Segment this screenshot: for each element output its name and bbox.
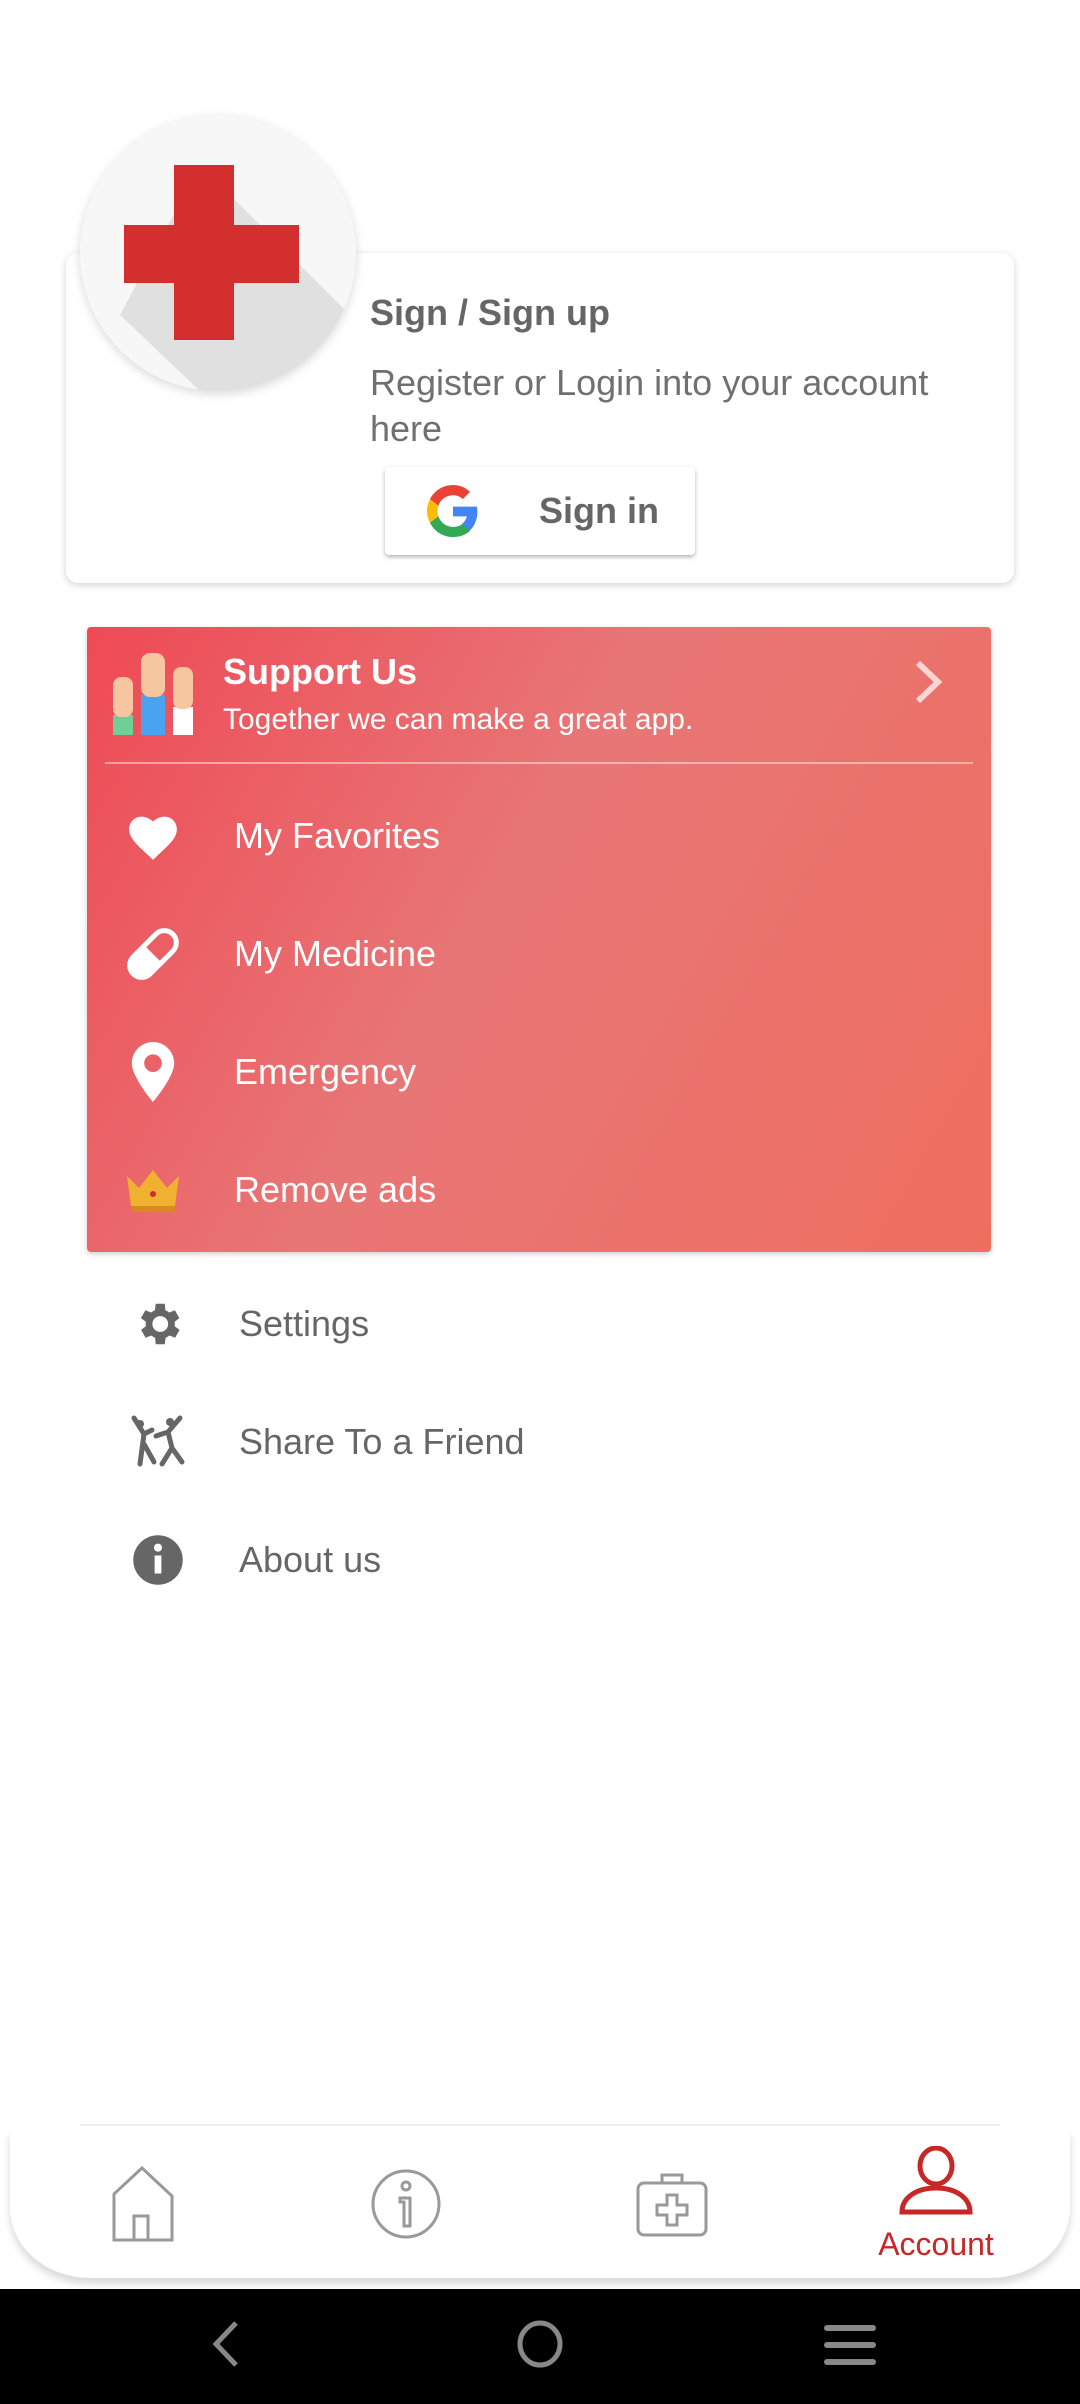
nav-account[interactable]: Account — [836, 2130, 1036, 2278]
nav-first-aid[interactable] — [572, 2130, 772, 2278]
google-sign-in-button[interactable]: Sign in — [385, 467, 695, 555]
google-icon — [427, 485, 478, 537]
sign-in-label: Sign in — [539, 490, 659, 531]
feature-panel: Support Us Together we can make a great … — [87, 627, 991, 1252]
support-subtitle: Together we can make a great app. — [223, 703, 694, 736]
sign-description: Register or Login into your account here — [370, 362, 929, 449]
nav-info[interactable] — [306, 2130, 506, 2278]
panel-item-emergency[interactable]: Emergency — [87, 1013, 991, 1131]
sign-title: Sign / Sign up — [370, 292, 610, 333]
raised-hands-icon — [109, 649, 199, 740]
support-title[interactable]: Support Us — [223, 651, 417, 693]
pill-icon — [120, 922, 186, 986]
nav-divider — [80, 2124, 1000, 2126]
menu-item-share[interactable]: Share To a Friend — [120, 1383, 920, 1501]
menu-item-settings[interactable]: Settings — [120, 1265, 920, 1383]
account-icon — [899, 2145, 973, 2214]
home-icon — [112, 2166, 174, 2242]
panel-item-favorites[interactable]: My Favorites — [87, 777, 991, 895]
gear-icon — [120, 1297, 196, 1351]
bottom-nav: Account — [10, 2130, 1070, 2278]
home-circle-icon[interactable] — [516, 2319, 564, 2369]
system-nav-bar — [0, 2289, 1080, 2404]
info-icon — [120, 1533, 196, 1587]
first-aid-kit-icon — [636, 2173, 708, 2237]
back-icon[interactable] — [210, 2319, 240, 2369]
chevron-right-icon[interactable] — [912, 657, 946, 712]
heart-icon — [120, 811, 186, 861]
nav-home[interactable] — [43, 2130, 243, 2278]
location-pin-icon — [120, 1042, 186, 1102]
panel-item-remove-ads[interactable]: Remove ads — [87, 1131, 991, 1249]
divider — [105, 762, 973, 764]
nav-account-label: Account — [878, 2225, 994, 2262]
info-icon — [371, 2169, 441, 2239]
red-cross-icon — [80, 115, 356, 391]
menu-item-about[interactable]: About us — [120, 1501, 920, 1619]
crown-icon — [120, 1168, 186, 1212]
friends-icon — [120, 1414, 196, 1470]
recents-menu-icon[interactable] — [824, 2325, 876, 2365]
panel-item-medicine[interactable]: My Medicine — [87, 895, 991, 1013]
